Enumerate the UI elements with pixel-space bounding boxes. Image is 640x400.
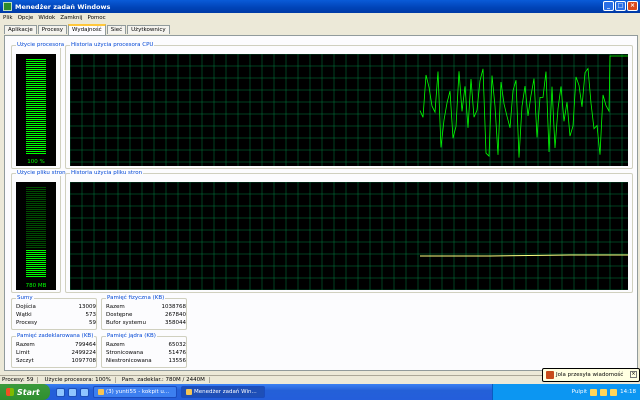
stat-row: Dojścia 13009: [16, 304, 96, 310]
messenger-icon: [546, 371, 554, 379]
cpu-history-label: Historia użycia procesora CPU: [70, 42, 155, 48]
close-button[interactable]: ×: [627, 1, 638, 11]
pagefile-usage-value: 780 MB: [25, 283, 47, 289]
stat-row: Razem 65032: [106, 342, 186, 348]
browser-icon[interactable]: [56, 387, 65, 397]
pagefile-history-graph: [70, 182, 628, 290]
stat-row: Razem 1038768: [106, 304, 186, 310]
pagefile-history-chart: [70, 182, 628, 290]
stat-row: Procesy 59: [16, 320, 96, 326]
cpu-usage-bar: [26, 58, 46, 154]
tab-networking[interactable]: Sieć: [106, 25, 127, 34]
clock[interactable]: 14:18: [620, 389, 636, 395]
pagefile-history-label: Historia użycia pliku stron: [70, 170, 144, 176]
menu-file[interactable]: Plik: [3, 15, 13, 21]
taskbar: Start (3) yunti55 - kokpit u... Menedżer…: [0, 384, 640, 400]
desktop-icon[interactable]: [68, 387, 77, 397]
stat-row: Limit 2499224: [16, 350, 96, 356]
cpu-history-chart: [70, 54, 628, 166]
stat-row: Bufor systemu 358044: [106, 320, 186, 326]
cpu-usage-meter: 100 %: [16, 54, 56, 166]
maximize-button[interactable]: □: [615, 1, 626, 11]
browser-icon: [98, 389, 104, 395]
cpu-usage-value: 100 %: [27, 159, 45, 165]
stat-row: Stronicowana 51476: [106, 350, 186, 356]
cpu-history-group: Historia użycia procesora CPU: [65, 42, 633, 169]
stat-row: Niestronicowana 13556: [106, 358, 186, 364]
pagefile-history-group: Historia użycia pliku stron: [65, 170, 633, 293]
close-icon[interactable]: ×: [630, 371, 637, 378]
media-player-icon[interactable]: [80, 387, 89, 397]
totals-label: Sumy: [16, 295, 34, 301]
title-bar[interactable]: Menedżer zadań Windows _ □ ×: [0, 0, 640, 13]
stat-row: Razem 799464: [16, 342, 96, 348]
menu-help[interactable]: Pomoc: [87, 15, 105, 21]
menu-options[interactable]: Opcje: [18, 15, 34, 21]
pagefile-usage-meter: 780 MB: [16, 182, 56, 290]
stat-row: Dostępne 267840: [106, 312, 186, 318]
tab-strip: Aplikacje Procesy Wydajność Sieć Użytkow…: [4, 24, 171, 35]
taskbar-item-browser[interactable]: (3) yunti55 - kokpit u...: [93, 386, 177, 398]
menu-bar: Plik Opcje Widok Zamknij Pomoc: [0, 13, 640, 22]
cpu-usage-group: Użycie procesora 100 %: [11, 42, 66, 169]
windows-logo-icon: [6, 388, 14, 396]
totals-group: Sumy Dojścia 13009 Wątki 573 Procesy 59: [11, 295, 97, 330]
task-manager-icon: [3, 2, 12, 11]
stat-row: Wątki 573: [16, 312, 96, 318]
tab-applications[interactable]: Aplikacje: [4, 25, 37, 34]
tab-processes[interactable]: Procesy: [37, 25, 67, 34]
pagefile-usage-bar: [26, 249, 46, 278]
cpu-history-graph: [70, 54, 628, 166]
taskbar-item-task-manager[interactable]: Menedżer zadań Win...: [181, 386, 265, 398]
performance-panel: Użycie procesora 100 % Historia użycia p…: [4, 35, 638, 371]
cpu-usage-label: Użycie procesora: [16, 42, 66, 48]
tray-icon[interactable]: [590, 388, 598, 396]
notification-text: Jola przesyła wiadomość: [556, 372, 624, 378]
kernel-memory-group: Pamięć jądra (KB) Razem 65032 Stronicowan…: [101, 333, 187, 368]
tab-users[interactable]: Użytkownicy: [127, 25, 170, 34]
pagefile-history-line: [420, 254, 628, 257]
pagefile-usage-label: Użycie pliku stron: [16, 170, 67, 176]
commit-charge-group: Pamięć zadeklarowana (KB) Razem 799464 Li…: [11, 333, 97, 368]
stat-row: Szczyt 1097708: [16, 358, 96, 364]
status-commit: Pam. zadeklar.: 780M / 2440M: [122, 377, 210, 383]
tray-icon[interactable]: [610, 388, 618, 396]
tray-icon[interactable]: [600, 388, 608, 396]
commit-charge-label: Pamięć zadeklarowana (KB): [16, 333, 95, 339]
tab-performance[interactable]: Wydajność: [67, 24, 106, 35]
task-manager-icon: [186, 389, 192, 395]
tray-desktop-label[interactable]: Pulpit: [572, 389, 587, 395]
menu-view[interactable]: Widok: [38, 15, 55, 21]
start-button[interactable]: Start: [0, 384, 50, 400]
status-cpu: Użycie procesora: 100%: [44, 377, 116, 383]
window-title: Menedżer zadań Windows: [15, 2, 111, 11]
menu-shutdown[interactable]: Zamknij: [60, 15, 82, 21]
notification-balloon[interactable]: Jola przesyła wiadomość ×: [542, 368, 640, 382]
pagefile-usage-group: Użycie pliku stron 780 MB: [11, 170, 67, 293]
system-tray: Pulpit 14:18: [492, 384, 640, 400]
cpu-history-line: [419, 55, 628, 158]
quick-launch: [56, 387, 89, 397]
physical-memory-group: Pamięć fizyczna (KB) Razem 1038768 Dostęp…: [101, 295, 187, 330]
status-processes: Procesy: 59: [2, 377, 39, 383]
kernel-memory-label: Pamięć jądra (KB): [106, 333, 157, 339]
physical-memory-label: Pamięć fizyczna (KB): [106, 295, 166, 301]
minimize-button[interactable]: _: [603, 1, 614, 11]
